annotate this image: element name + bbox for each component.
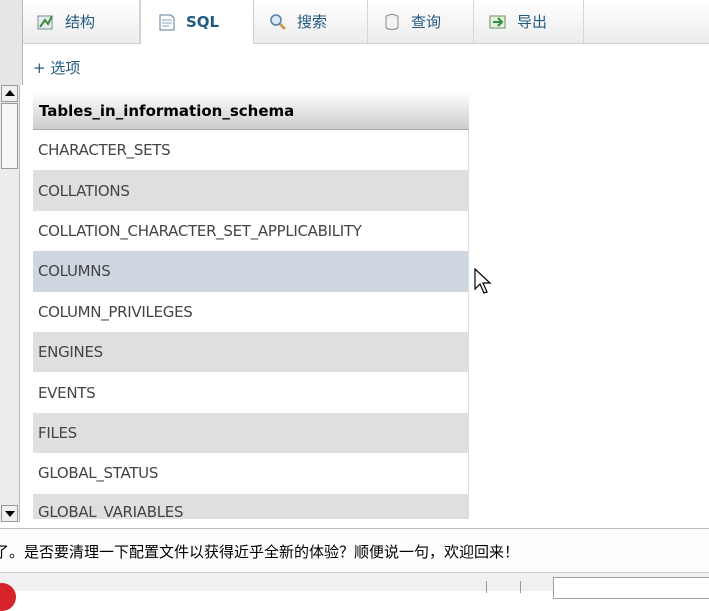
tab-export[interactable]: 导出 xyxy=(474,0,584,43)
structure-icon xyxy=(36,12,56,32)
table-row[interactable]: COLLATION_CHARACTER_SET_APPLICABILITY xyxy=(33,210,469,252)
scroll-up-button[interactable] xyxy=(1,85,18,102)
arrow-up-icon xyxy=(5,90,15,96)
row-label: COLUMN_PRIVILEGES xyxy=(38,302,193,321)
row-label: GLOBAL_STATUS xyxy=(38,464,159,483)
search-icon xyxy=(268,12,288,32)
arrow-down-icon xyxy=(5,511,15,517)
row-label: COLLATIONS xyxy=(38,181,130,200)
footer-input[interactable] xyxy=(553,577,709,599)
table-row[interactable]: GLOBAL_VARIABLES xyxy=(33,493,469,519)
row-label: ENGINES xyxy=(38,343,103,362)
footer-bar xyxy=(0,572,709,611)
tab-sql[interactable]: SQL xyxy=(140,0,254,44)
table-row[interactable]: COLUMNS xyxy=(33,251,469,292)
tab-label: 搜索 xyxy=(297,13,328,31)
table-row[interactable]: GLOBAL_STATUS xyxy=(33,453,469,494)
row-label: FILES xyxy=(38,423,77,442)
scroll-down-button[interactable] xyxy=(1,505,18,522)
notification-bar: 了。是否要清理一下配置文件以获得近乎全新的体验？顺便说一句，欢迎回来！ xyxy=(0,528,709,573)
row-label: GLOBAL_VARIABLES xyxy=(38,502,184,519)
left-panel-edge xyxy=(0,0,23,85)
row-label: COLLATION_CHARACTER_SET_APPLICABILITY xyxy=(38,221,362,240)
tab-label: 查询 xyxy=(411,13,442,31)
scrollbar-thumb[interactable] xyxy=(1,103,18,169)
table-header[interactable]: Tables_in_information_schema xyxy=(33,92,469,130)
notification-text: 了。是否要清理一下配置文件以获得近乎全新的体验？顺便说一句，欢迎回来！ xyxy=(0,542,520,561)
table-row[interactable]: COLUMN_PRIVILEGES xyxy=(33,291,469,332)
row-label: EVENTS xyxy=(38,383,96,402)
query-icon xyxy=(382,12,402,32)
results-table: Tables_in_information_schema CHARACTER_S… xyxy=(33,92,469,519)
divider xyxy=(486,581,487,593)
vertical-scrollbar[interactable] xyxy=(0,85,20,522)
column-header: Tables_in_information_schema xyxy=(39,101,295,120)
tab-label: SQL xyxy=(186,13,220,31)
options-link[interactable]: + 选项 xyxy=(33,57,80,78)
tab-query[interactable]: 查询 xyxy=(368,0,474,43)
table-row[interactable]: CHARACTER_SETS xyxy=(33,130,469,171)
mouse-cursor-icon xyxy=(474,267,492,300)
divider xyxy=(520,581,521,593)
sql-icon xyxy=(157,12,177,32)
row-label: CHARACTER_SETS xyxy=(38,141,171,160)
tab-bar: 结构 SQL 搜索 查询 导出 xyxy=(0,0,709,44)
table-row[interactable]: ENGINES xyxy=(33,331,469,373)
record-icon xyxy=(0,583,16,611)
table-row[interactable]: COLLATIONS xyxy=(33,170,469,211)
table-row[interactable]: EVENTS xyxy=(33,372,469,413)
tab-search[interactable]: 搜索 xyxy=(254,0,368,43)
tab-label: 结构 xyxy=(65,13,96,31)
tab-label: 导出 xyxy=(517,13,548,31)
row-label: COLUMNS xyxy=(38,262,111,281)
table-row[interactable]: FILES xyxy=(33,412,469,454)
export-icon xyxy=(488,12,508,32)
